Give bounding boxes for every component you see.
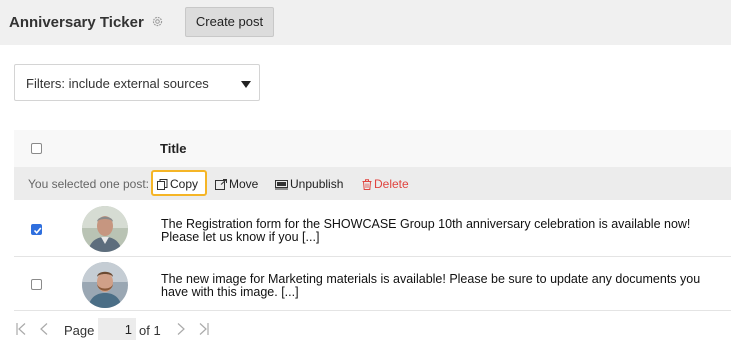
caret-down-icon [241,81,251,88]
page-number-input[interactable] [98,318,136,340]
move-button[interactable]: Move [215,177,258,191]
last-page-icon[interactable] [199,323,209,335]
post-title[interactable]: The Registration form for the SHOWCASE G… [161,218,726,244]
copy-button[interactable]: Copy [157,177,198,191]
trash-icon [362,178,372,190]
page-title: Anniversary Ticker [9,14,144,31]
unpublish-button[interactable]: Unpublish [275,177,343,191]
select-all-checkbox[interactable] [31,143,42,154]
previous-page-icon[interactable] [40,323,48,335]
unpublish-icon [275,179,288,189]
page-count: of 1 [139,323,161,338]
avatar [82,262,128,308]
title-column-header: Title [160,141,187,156]
selection-text: You selected one post: [28,177,149,191]
copy-label: Copy [170,177,199,191]
row-checkbox[interactable] [31,224,42,235]
filter-label: Filters: include external sources [26,76,209,91]
post-title[interactable]: The new image for Marketing materials is… [161,273,726,299]
unpublish-label: Unpublish [290,177,344,191]
filter-dropdown[interactable]: Filters: include external sources [14,64,260,101]
table-header [14,130,731,168]
first-page-icon[interactable] [16,323,26,335]
move-label: Move [229,177,259,191]
top-bar: Anniversary Ticker Create post [0,0,731,45]
page-label: Page [64,323,95,338]
create-post-button[interactable]: Create post [185,7,274,37]
delete-label: Delete [374,177,409,191]
next-page-icon[interactable] [177,323,185,335]
delete-button[interactable]: Delete [362,177,409,191]
avatar [82,206,128,252]
copy-icon [157,178,168,190]
gear-icon[interactable] [151,15,164,28]
row-checkbox[interactable] [31,279,42,290]
move-icon [215,178,227,190]
